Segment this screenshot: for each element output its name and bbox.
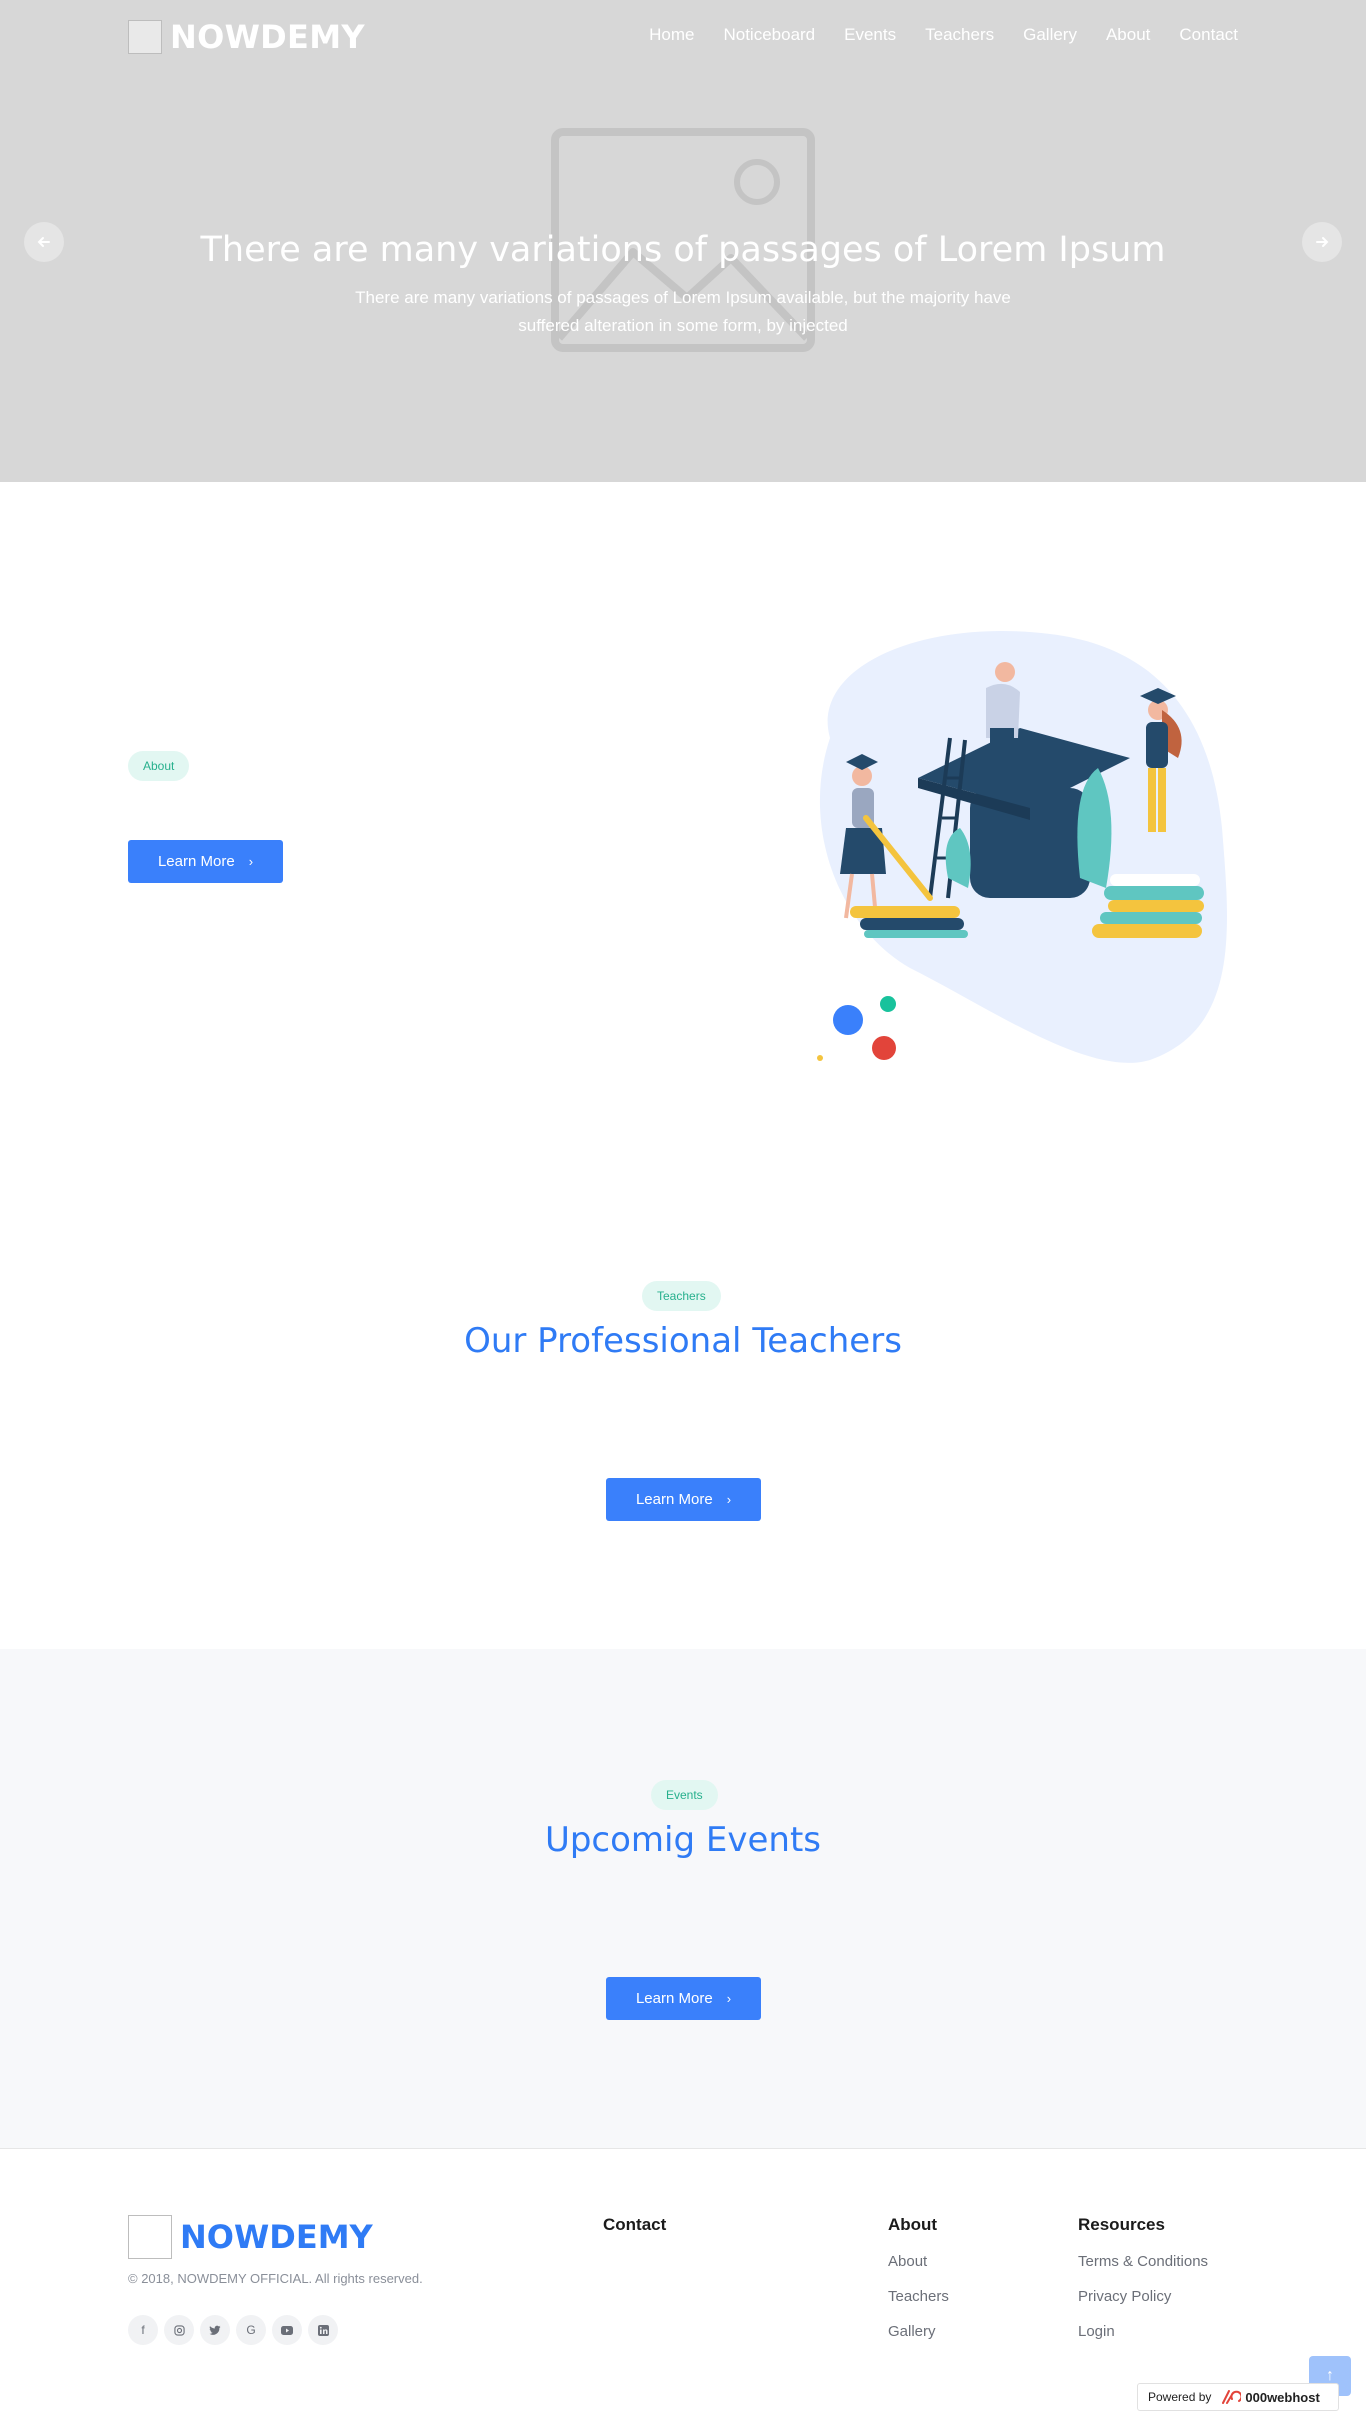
navbar: NOWDEMY Home Noticeboard Events Teachers… <box>128 14 1238 56</box>
hero-slider: NOWDEMY Home Noticeboard Events Teachers… <box>0 0 1366 482</box>
nav-link-home[interactable]: Home <box>649 25 694 45</box>
nav-link-events[interactable]: Events <box>844 25 896 45</box>
footer-resources-title: Resources <box>1078 2215 1165 2234</box>
host-name: 000webhost <box>1245 2389 1320 2405</box>
events-learn-more-button[interactable]: Learn More › <box>606 1977 761 2020</box>
footer-link-login[interactable]: Login <box>1078 2323 1115 2340</box>
teachers-title: Our Professional Teachers <box>464 1321 902 1361</box>
host-logo-icon <box>1222 2390 1242 2404</box>
brand[interactable]: NOWDEMY <box>128 18 365 56</box>
events-learn-more-label: Learn More <box>635 1990 713 2007</box>
teachers-tag: Teachers <box>642 1281 721 1311</box>
about-learn-more-label: Learn More <box>157 853 235 870</box>
chevron-right-icon: › <box>248 854 254 869</box>
events-tag: Events <box>651 1780 718 1810</box>
footer-link-gallery[interactable]: Gallery <box>888 2323 936 2340</box>
social-links: f G <box>128 2315 344 2345</box>
events-section <box>0 1649 1366 2149</box>
footer-link-terms[interactable]: Terms & Conditions <box>1078 2253 1208 2270</box>
nav-link-about[interactable]: About <box>1106 25 1150 45</box>
facebook-icon[interactable]: f <box>128 2315 158 2345</box>
footer-logo-image <box>128 2215 172 2259</box>
powered-by-widget[interactable]: Powered by 000webhost <box>1137 2383 1339 2411</box>
footer-brand-name: NOWDEMY <box>180 2218 373 2256</box>
google-icon[interactable]: G <box>236 2315 266 2345</box>
powered-by-label: Powered by <box>1148 2390 1212 2404</box>
copyright-text: © 2018, NOWDEMY OFFICIAL. All rights res… <box>128 2271 423 2286</box>
hero-description: There are many variations of passages of… <box>355 288 1011 335</box>
brand-logo-image <box>128 20 162 54</box>
graduation-illustration <box>817 631 1227 1063</box>
nav-link-contact[interactable]: Contact <box>1179 25 1238 45</box>
main-nav: Home Noticeboard Events Teachers Gallery… <box>620 25 1238 45</box>
host-logo: 000webhost <box>1219 2389 1320 2405</box>
instagram-icon[interactable] <box>164 2315 194 2345</box>
brand-name: NOWDEMY <box>170 18 365 56</box>
footer-about-title: About <box>888 2215 938 2234</box>
nav-link-teachers[interactable]: Teachers <box>925 25 994 45</box>
teachers-learn-more-button[interactable]: Learn More › <box>606 1478 761 1521</box>
linkedin-icon[interactable] <box>308 2315 338 2345</box>
footer-link-privacy[interactable]: Privacy Policy <box>1078 2288 1171 2305</box>
twitter-icon[interactable] <box>200 2315 230 2345</box>
footer-link-about[interactable]: About <box>888 2253 927 2270</box>
chevron-right-icon: › <box>726 1492 732 1507</box>
about-learn-more-button[interactable]: Learn More › <box>128 840 283 883</box>
footer-link-teachers[interactable]: Teachers <box>888 2288 949 2305</box>
footer-brand[interactable]: NOWDEMY <box>128 2215 373 2259</box>
about-tag: About <box>128 751 190 781</box>
teachers-learn-more-label: Learn More <box>635 1491 713 1508</box>
footer-contact-title: Contact <box>603 2215 667 2234</box>
nav-link-gallery[interactable]: Gallery <box>1023 25 1077 45</box>
youtube-icon[interactable] <box>272 2315 302 2345</box>
events-title: Upcomig Events <box>544 1820 822 1860</box>
chevron-right-icon: › <box>726 1991 732 2006</box>
hero-title: There are many variations of passages of… <box>200 230 1166 270</box>
nav-link-noticeboard[interactable]: Noticeboard <box>723 25 815 45</box>
